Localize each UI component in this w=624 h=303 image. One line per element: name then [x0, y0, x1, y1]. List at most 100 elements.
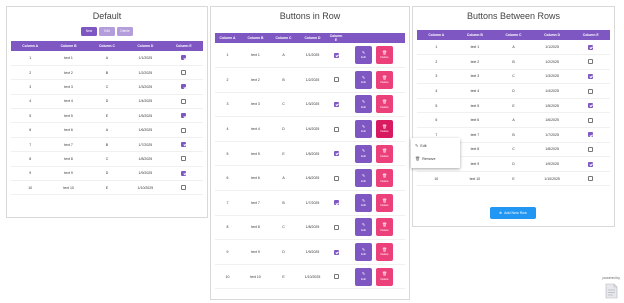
delete-button[interactable]: 🗑 Delete: [376, 144, 393, 163]
edit-button[interactable]: ✎ Edit: [355, 193, 372, 212]
checkbox[interactable]: [588, 176, 594, 182]
delete-button[interactable]: 🗑 Delete: [376, 169, 393, 188]
edit-button[interactable]: ✎ Edit: [355, 95, 372, 114]
column-header[interactable]: Column C: [87, 41, 127, 51]
delete-button[interactable]: 🗑 Delete: [376, 193, 393, 212]
table-row[interactable]: 3 text 3 C 1/3/2025: [417, 69, 610, 85]
table-row[interactable]: 3 text 3 C 1/3/2025: [11, 79, 203, 95]
edit-button[interactable]: ✎ Edit: [355, 169, 372, 188]
table-row[interactable]: 2 text 2 B 1/2/2025: [11, 65, 203, 81]
cell-b: text 6: [455, 112, 495, 129]
table-row[interactable]: 8text 8C1/8/2025: [11, 151, 203, 167]
table-row[interactable]: 6 text 6 A 1/6/2025: [11, 122, 203, 138]
column-header[interactable]: Column E: [164, 41, 203, 51]
column-header[interactable]: Column E: [329, 33, 343, 43]
edit-button[interactable]: ✎ Edit: [355, 144, 372, 163]
checkbox[interactable]: [333, 77, 339, 83]
checkbox[interactable]: [588, 44, 594, 50]
edit-button[interactable]: ✎ Edit: [355, 120, 372, 139]
menu-item-edit[interactable]: ✎ Edit: [411, 140, 460, 151]
table-row[interactable]: 1 text 1 A 1/1/2025 ✎ Edit 🗑 Delete: [215, 43, 405, 69]
table-row[interactable]: 9 text 9 D 1/9/2025 ✎ Edit 🗑 Delete: [215, 239, 405, 265]
table-row[interactable]: 5 text 5 E 1/5/2025: [11, 108, 203, 124]
checkbox[interactable]: [181, 98, 187, 104]
table-row[interactable]: 4 text 4 D 1/4/2025: [11, 94, 203, 110]
checkbox[interactable]: [588, 161, 594, 167]
table-row[interactable]: 2 text 2 B 1/2/2025 ✎ Edit 🗑 Delete: [215, 67, 405, 93]
checkbox[interactable]: [181, 113, 187, 119]
column-header[interactable]: Column D: [532, 30, 572, 40]
table-row[interactable]: 6 text 6 A 1/6/2025 ✎ Edit 🗑 Delete: [215, 165, 405, 192]
table-row[interactable]: 10 text 10 E 1/10/2025: [417, 171, 610, 187]
checkbox[interactable]: [181, 185, 187, 191]
delete-button[interactable]: 🗑 Delete: [376, 70, 393, 89]
checkbox[interactable]: [588, 117, 594, 123]
column-header[interactable]: Column C: [494, 30, 533, 40]
edit-button[interactable]: Edit: [99, 27, 115, 36]
table-row[interactable]: 7 text 7 B 1/7/2025 ✎ Edit 🗑 Delete: [215, 190, 405, 216]
checkbox[interactable]: [181, 170, 187, 176]
checkbox[interactable]: [588, 146, 594, 152]
delete-button[interactable]: 🗑 Delete: [376, 95, 393, 114]
edit-button[interactable]: ✎ Edit: [355, 70, 372, 89]
column-header[interactable]: Column D: [296, 33, 329, 43]
column-header[interactable]: Column A: [215, 33, 240, 43]
table-row[interactable]: 5 text 5 E 1/5/2025 ✎ Edit 🗑 Delete: [215, 141, 405, 167]
checkbox[interactable]: [333, 274, 339, 280]
checkbox[interactable]: [333, 126, 339, 132]
checkbox[interactable]: [181, 84, 187, 90]
checkbox[interactable]: [333, 151, 339, 157]
delete-button[interactable]: 🗑 Delete: [376, 267, 393, 286]
checkbox[interactable]: [333, 52, 339, 58]
add-new-row-button[interactable]: ⊕ Add New Row: [490, 207, 536, 219]
column-header[interactable]: Column E: [571, 30, 610, 40]
checkbox[interactable]: [181, 70, 187, 76]
table-row[interactable]: 7 text 7 B 1/7/2025: [11, 137, 203, 153]
checkbox[interactable]: [333, 224, 339, 230]
table-row[interactable]: 4 text 4 D 1/4/2025: [417, 83, 610, 99]
column-header[interactable]: Column B: [240, 33, 271, 43]
checkbox[interactable]: [588, 132, 594, 138]
checkbox[interactable]: [588, 59, 594, 65]
table-row[interactable]: 10 text 10 E 1/10/2025 ✎ Edit 🗑 Delete: [215, 264, 405, 290]
column-header[interactable]: Column D: [126, 41, 165, 51]
edit-button[interactable]: ✎ Edit: [355, 243, 372, 262]
new-button[interactable]: New: [81, 27, 97, 36]
table-row[interactable]: 2 text 2 B 1/2/2025: [417, 54, 610, 70]
table-row[interactable]: 5 text 5 E 1/5/2025: [417, 98, 610, 114]
delete-button[interactable]: 🗑 Delete: [376, 218, 393, 237]
checkbox[interactable]: [181, 55, 187, 61]
edit-button[interactable]: ✎ Edit: [355, 218, 372, 237]
checkbox[interactable]: [588, 103, 594, 109]
checkbox[interactable]: [588, 73, 594, 79]
checkbox[interactable]: [333, 175, 339, 181]
column-header[interactable]: Column A: [11, 41, 50, 51]
cell-c: E: [271, 141, 296, 167]
checkbox[interactable]: [181, 156, 187, 162]
checkbox[interactable]: [181, 142, 187, 148]
delete-button[interactable]: 🗑 Delete: [376, 46, 393, 65]
checkbox[interactable]: [181, 127, 187, 133]
column-header[interactable]: Column A: [417, 30, 456, 40]
table-row[interactable]: 4 text 4 D 1/4/2025 ✎ Edit 🗑 Delete: [215, 116, 405, 142]
table-row[interactable]: 1 text 1 A 1/1/2025: [417, 40, 610, 56]
checkbox[interactable]: [333, 249, 339, 255]
table-row[interactable]: 8 text 8 C 1/8/2025 ✎ Edit 🗑 Delete: [215, 215, 405, 241]
checkbox[interactable]: [333, 200, 339, 206]
checkbox[interactable]: [333, 101, 339, 107]
delete-button[interactable]: Delete: [117, 27, 133, 36]
edit-button[interactable]: ✎ Edit: [355, 267, 372, 286]
table-row[interactable]: 3 text 3 C 1/3/2025 ✎ Edit 🗑 Delete: [215, 92, 405, 118]
table-row[interactable]: 10 text 10 E 1/10/2025: [11, 180, 203, 196]
delete-button[interactable]: 🗑 Delete: [376, 120, 393, 139]
edit-button[interactable]: ✎ Edit: [355, 46, 372, 65]
table-row[interactable]: 9text 9D1/9/2025: [11, 166, 203, 182]
menu-item-remove[interactable]: 🗑 Remove: [411, 153, 460, 164]
column-header[interactable]: Column B: [49, 41, 88, 51]
checkbox[interactable]: [588, 88, 594, 94]
column-header[interactable]: Column B: [455, 30, 495, 40]
delete-button[interactable]: 🗑 Delete: [376, 243, 393, 262]
table-row[interactable]: 1 text 1 A 1/1/2025: [11, 51, 203, 66]
column-header[interactable]: Column C: [271, 33, 296, 43]
table-row[interactable]: 6 text 6 A 1/6/2025: [417, 112, 610, 129]
